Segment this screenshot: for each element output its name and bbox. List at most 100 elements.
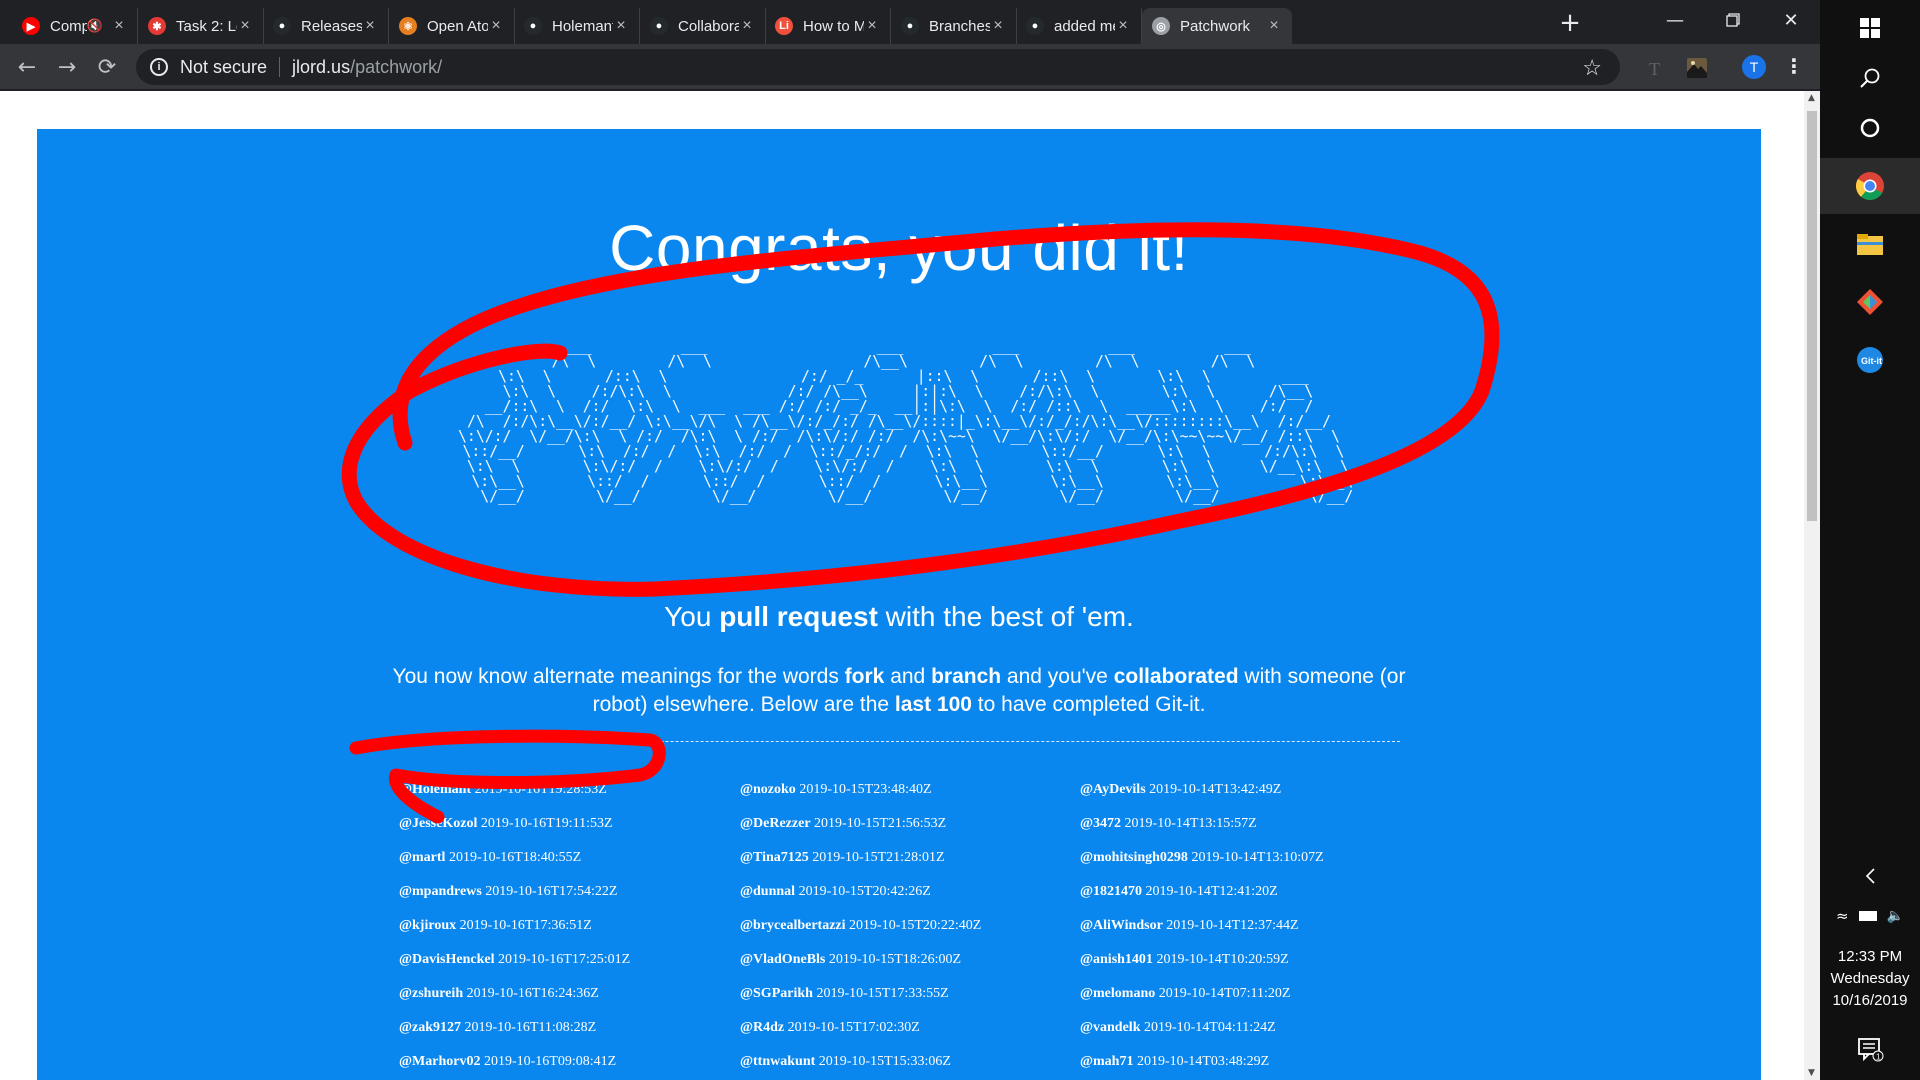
completion-entry[interactable]: @kjiroux 2019-10-16T17:36:51Z <box>399 909 699 943</box>
show-hidden-icons-chevron-icon[interactable] <box>1820 858 1920 894</box>
tab-close-icon[interactable]: × <box>739 17 755 35</box>
browser-tab[interactable]: ◎ Patchwork × <box>1142 8 1292 44</box>
tab-close-icon[interactable]: × <box>864 17 880 35</box>
completion-entry[interactable]: @ttnwakunt 2019-10-15T15:33:06Z <box>740 1045 1040 1079</box>
file-explorer-icon[interactable] <box>1820 216 1920 272</box>
chrome-taskbar-icon[interactable] <box>1820 158 1920 214</box>
completion-username[interactable]: @Holemant <box>399 782 471 797</box>
windows-start-icon[interactable] <box>1820 0 1920 56</box>
security-label[interactable]: Not secure <box>180 57 267 78</box>
completion-username[interactable]: @mpandrews <box>399 884 482 899</box>
forward-button[interactable]: → <box>52 52 82 82</box>
completion-entry[interactable]: @JesseKozol 2019-10-16T19:11:53Z <box>399 807 699 841</box>
completion-username[interactable]: @R4dz <box>740 1020 784 1035</box>
tab-close-icon[interactable]: × <box>1266 17 1282 35</box>
completion-username[interactable]: @JesseKozol <box>399 816 477 831</box>
completion-entry[interactable]: @Marhorv02 2019-10-16T09:08:41Z <box>399 1045 699 1079</box>
completion-entry[interactable]: @zak9127 2019-10-16T11:08:28Z <box>399 1011 699 1045</box>
tab-close-icon[interactable]: × <box>613 17 629 35</box>
tab-close-icon[interactable]: × <box>990 17 1006 35</box>
clock-time[interactable]: 12:33 PM <box>1820 946 1920 968</box>
completion-entry[interactable]: @melomano 2019-10-14T07:11:20Z <box>1080 977 1380 1011</box>
tab-close-icon[interactable]: × <box>362 17 378 35</box>
scroll-down-icon[interactable]: ▼ <box>1808 1068 1815 1078</box>
completion-username[interactable]: @Marhorv02 <box>399 1054 480 1069</box>
completion-username[interactable]: @1821470 <box>1080 884 1142 899</box>
tab-close-icon[interactable]: × <box>488 17 504 35</box>
action-center-icon[interactable]: 1 <box>1820 1024 1920 1074</box>
completion-username[interactable]: @Tina7125 <box>740 850 809 865</box>
profile-avatar[interactable]: T <box>1742 55 1766 79</box>
completion-entry[interactable]: @mah71 2019-10-14T03:48:29Z <box>1080 1045 1380 1079</box>
browser-tab[interactable]: ▶ Compi🔇 × <box>12 8 138 44</box>
completion-entry[interactable]: @mpandrews 2019-10-16T17:54:22Z <box>399 875 699 909</box>
browser-tab[interactable]: ● Branches ·× <box>891 8 1017 44</box>
clock-day[interactable]: Wednesday <box>1820 968 1920 990</box>
completion-entry[interactable]: @Holemant 2019-10-16T19:28:53Z <box>399 773 699 807</box>
tab-close-icon[interactable]: × <box>237 17 253 35</box>
page-scrollbar[interactable]: ▲ ▼ <box>1804 91 1820 1080</box>
chrome-menu-icon[interactable]: ⋮ <box>1784 54 1804 78</box>
completion-username[interactable]: @melomano <box>1080 986 1155 1001</box>
completion-entry[interactable]: @nozoko 2019-10-15T23:48:40Z <box>740 773 1040 807</box>
system-tray-icons[interactable]: ≈ 🔈 <box>1820 898 1920 934</box>
browser-tab[interactable]: ● Collaborat× <box>640 8 766 44</box>
completion-entry[interactable]: @zshureih 2019-10-16T16:24:36Z <box>399 977 699 1011</box>
completion-entry[interactable]: @VladOneBls 2019-10-15T18:26:00Z <box>740 943 1040 977</box>
new-tab-button[interactable]: + <box>1556 10 1584 38</box>
completion-entry[interactable]: @mohitsingh0298 2019-10-14T13:10:07Z <box>1080 841 1380 875</box>
completion-username[interactable]: @mohitsingh0298 <box>1080 850 1188 865</box>
reload-button[interactable]: ⟳ <box>92 52 122 82</box>
completion-username[interactable]: @kjiroux <box>399 918 456 933</box>
address-bar[interactable]: i Not secure jlord.us/patchwork/ ☆ <box>136 49 1620 85</box>
completion-entry[interactable]: @AliWindsor 2019-10-14T12:37:44Z <box>1080 909 1380 943</box>
completion-username[interactable]: @DeRezzer <box>740 816 811 831</box>
completion-username[interactable]: @zak9127 <box>399 1020 461 1035</box>
completion-username[interactable]: @mah71 <box>1080 1054 1133 1069</box>
info-icon[interactable]: i <box>150 58 168 76</box>
completion-username[interactable]: @vandelk <box>1080 1020 1140 1035</box>
extension-mask-icon[interactable] <box>1685 56 1709 80</box>
completion-username[interactable]: @SGParikh <box>740 986 813 1001</box>
cortana-icon[interactable] <box>1820 100 1920 156</box>
completion-entry[interactable]: @DeRezzer 2019-10-15T21:56:53Z <box>740 807 1040 841</box>
browser-tab[interactable]: ✱ Task 2: Lea× <box>138 8 264 44</box>
url-host[interactable]: jlord.us <box>292 57 350 78</box>
tab-close-icon[interactable]: × <box>1115 17 1131 35</box>
git-app-icon[interactable] <box>1820 274 1920 330</box>
completion-entry[interactable]: @1821470 2019-10-14T12:41:20Z <box>1080 875 1380 909</box>
browser-tab[interactable]: ● Holemant/× <box>514 8 640 44</box>
extension-t-icon[interactable]: T <box>1643 56 1667 80</box>
completion-username[interactable]: @VladOneBls <box>740 952 825 967</box>
completion-entry[interactable]: @brycealbertazzi 2019-10-15T20:22:40Z <box>740 909 1040 943</box>
completion-entry[interactable]: @AyDevils 2019-10-14T13:42:49Z <box>1080 773 1380 807</box>
completion-entry[interactable]: @vandelk 2019-10-14T04:11:24Z <box>1080 1011 1380 1045</box>
completion-entry[interactable]: @R4dz 2019-10-15T17:02:30Z <box>740 1011 1040 1045</box>
browser-tab[interactable]: ⚛ Open Atom× <box>389 8 515 44</box>
completion-entry[interactable]: @anish1401 2019-10-14T10:20:59Z <box>1080 943 1380 977</box>
completion-entry[interactable]: @3472 2019-10-14T13:15:57Z <box>1080 807 1380 841</box>
browser-tab[interactable]: ● added me,× <box>1016 8 1142 44</box>
completion-username[interactable]: @nozoko <box>740 782 796 797</box>
completion-username[interactable]: @brycealbertazzi <box>740 918 846 933</box>
git-it-app-icon[interactable]: Git-it <box>1820 332 1920 388</box>
close-window-button[interactable]: ✕ <box>1762 0 1820 40</box>
browser-tab[interactable]: ● Releases · j× <box>263 8 389 44</box>
browser-tab[interactable]: Li How to Mo× <box>765 8 891 44</box>
completion-username[interactable]: @3472 <box>1080 816 1121 831</box>
scroll-thumb[interactable] <box>1807 111 1817 521</box>
completion-entry[interactable]: @SGParikh 2019-10-15T17:33:55Z <box>740 977 1040 1011</box>
search-icon[interactable] <box>1820 50 1920 106</box>
maximize-button[interactable] <box>1704 0 1762 40</box>
completion-username[interactable]: @ttnwakunt <box>740 1054 815 1069</box>
completion-entry[interactable]: @Tina7125 2019-10-15T21:28:01Z <box>740 841 1040 875</box>
scroll-up-icon[interactable]: ▲ <box>1808 93 1815 103</box>
minimize-button[interactable]: — <box>1646 0 1704 40</box>
tab-close-icon[interactable]: × <box>111 17 127 35</box>
wifi-icon[interactable]: ≈ <box>1836 907 1849 925</box>
back-button[interactable]: ← <box>12 52 42 82</box>
completion-username[interactable]: @AyDevils <box>1080 782 1146 797</box>
completion-username[interactable]: @dunnal <box>740 884 795 899</box>
tab-muted-audio-icon[interactable]: 🔇 <box>87 18 103 34</box>
completion-username[interactable]: @martl <box>399 850 445 865</box>
